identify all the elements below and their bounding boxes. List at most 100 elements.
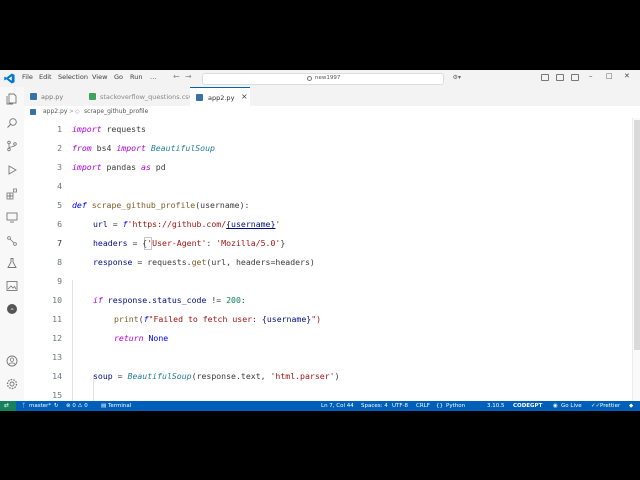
sync-icon[interactable]: ↻ xyxy=(54,403,59,409)
code-line-7: headers = {'User-Agent': 'Mozilla/5.0'} xyxy=(93,238,286,248)
editor-tabs: app.py stackoverflow_questions.csv app2.… xyxy=(24,87,640,107)
breadcrumb-file[interactable]: app2.py xyxy=(43,108,67,115)
line-number: 8 xyxy=(57,257,62,267)
status-cursor-position[interactable]: Ln 7, Col 44 xyxy=(321,403,354,409)
remote-explorer-icon[interactable] xyxy=(6,211,18,223)
line-number: 3 xyxy=(57,162,62,172)
search-icon[interactable] xyxy=(6,117,18,129)
python-file-icon xyxy=(196,94,203,101)
search-icon xyxy=(307,76,312,81)
notifications-bell-icon[interactable]: ◆ xyxy=(629,403,633,409)
toggle-secondary-sidebar-icon[interactable] xyxy=(571,74,579,81)
line-number: 11 xyxy=(52,314,62,324)
command-center-search[interactable]: new1997 ⚙▾ xyxy=(202,73,461,85)
svg-text:∞: ∞ xyxy=(10,307,13,312)
title-bar: File Edit Selection View Go Run … ← → ne… xyxy=(0,70,640,88)
status-python-version[interactable]: 3.10.5 xyxy=(487,403,505,409)
tab-app-py[interactable]: app.py xyxy=(24,87,82,106)
line-number: 4 xyxy=(57,181,62,191)
live-share-icon[interactable]: ∞ xyxy=(6,303,18,315)
line-number: 1 xyxy=(57,124,62,134)
line-number: 6 xyxy=(57,219,62,229)
indent-guide xyxy=(72,280,73,401)
terminal-icon: ▤ xyxy=(101,403,107,409)
breadcrumb-symbol[interactable]: scrape_github_profile xyxy=(84,108,148,115)
status-language[interactable]: Python xyxy=(446,403,465,409)
tab-stackoverflow-questions-csv[interactable]: stackoverflow_questions.csv xyxy=(83,87,193,106)
remote-icon: ⇄ xyxy=(4,402,10,409)
image-preview-icon[interactable] xyxy=(6,280,18,292)
minimize-icon[interactable]: – xyxy=(589,72,593,80)
line-number-current: 7 xyxy=(57,238,62,248)
editor-scrollbar[interactable] xyxy=(632,118,640,401)
copilot-icon[interactable]: ⚙▾ xyxy=(453,74,461,81)
code-line-11: print(f"Failed to fetch user: {username}… xyxy=(114,314,322,324)
run-debug-icon[interactable] xyxy=(6,164,18,176)
code-line-3: import pandas as pd xyxy=(72,162,166,172)
settings-gear-icon[interactable] xyxy=(6,378,18,390)
menu-run[interactable]: Run xyxy=(130,73,142,81)
close-window-icon[interactable]: ✕ xyxy=(624,72,630,80)
broadcast-icon: ◉ xyxy=(553,403,558,409)
code-line-5: def scrape_github_profile(username): xyxy=(72,200,250,210)
scrollbar-thumb[interactable] xyxy=(634,120,640,350)
forward-arrow-icon[interactable]: → xyxy=(185,72,192,81)
breadcrumb-separator: > xyxy=(69,108,75,115)
git-graph-icon[interactable] xyxy=(6,235,18,247)
line-number: 9 xyxy=(57,276,62,286)
explorer-icon[interactable] xyxy=(6,93,18,105)
double-check-icon: ✓✓ xyxy=(591,403,601,409)
menu-view[interactable]: View xyxy=(92,73,107,81)
code-line-10: if response.status_code != 200: xyxy=(93,295,246,305)
back-arrow-icon[interactable]: ← xyxy=(173,72,180,81)
status-eol[interactable]: CRLF xyxy=(416,403,430,409)
code-line-2: from bs4 import BeautifulSoup xyxy=(72,143,215,153)
code-line-8: response = requests.get(url, headers=hea… xyxy=(93,257,315,267)
code-editor[interactable]: 1 2 3 4 5 6 7 8 9 10 11 12 13 14 15 impo… xyxy=(24,118,632,401)
code-line-6: url = f'https://github.com/{username}' xyxy=(93,219,281,229)
menu-selection[interactable]: Selection xyxy=(58,73,88,81)
search-text: new1997 xyxy=(315,75,341,81)
status-indentation[interactable]: Spaces: 4 xyxy=(361,403,388,409)
line-number: 2 xyxy=(57,143,62,153)
status-encoding[interactable]: UTF-8 xyxy=(392,403,408,409)
status-branch[interactable]: master* xyxy=(29,403,51,409)
status-bar: ⇄ ᛉ master* ↻ ⊗ 0 ⚠ 0 ▤ Terminal Ln 7, C… xyxy=(0,401,640,411)
status-prettier[interactable]: Prettier xyxy=(600,403,620,409)
status-codegpt[interactable]: CODEGPT xyxy=(513,403,542,409)
code-line-1: import requests xyxy=(72,124,146,134)
status-problems[interactable]: ⊗ 0 ⚠ 0 xyxy=(66,403,88,409)
line-number: 5 xyxy=(57,200,62,210)
vscode-window: File Edit Selection View Go Run … ← → ne… xyxy=(0,70,640,411)
maximize-icon[interactable]: □ xyxy=(606,72,613,80)
line-number: 15 xyxy=(52,390,62,400)
csv-file-icon xyxy=(89,93,96,100)
braces-icon: {} xyxy=(436,403,443,409)
code-line-12: return None xyxy=(114,333,169,343)
toggle-panel-icon[interactable] xyxy=(556,74,564,81)
branch-icon: ᛉ xyxy=(22,403,26,409)
menu-file[interactable]: File xyxy=(22,73,33,81)
line-number: 10 xyxy=(52,295,62,305)
extensions-icon[interactable] xyxy=(6,188,18,200)
line-number: 14 xyxy=(52,371,62,381)
function-symbol-icon: ◇ xyxy=(75,108,80,115)
menu-edit[interactable]: Edit xyxy=(39,73,52,81)
status-go-live[interactable]: Go Live xyxy=(561,403,582,409)
tab-app2-py[interactable]: app2.py × xyxy=(190,87,250,107)
code-line-14: soup = BeautifulSoup(response.text, 'htm… xyxy=(93,371,340,381)
breadcrumb: app2.py > ◇ scrape_github_profile xyxy=(24,106,640,118)
close-tab-icon[interactable]: × xyxy=(241,92,248,101)
toggle-sidebar-icon[interactable] xyxy=(541,74,549,81)
accounts-icon[interactable] xyxy=(6,355,18,367)
python-file-icon xyxy=(30,93,37,100)
line-number: 13 xyxy=(52,352,62,362)
menu-go[interactable]: Go xyxy=(114,73,123,81)
vscode-logo-icon xyxy=(4,73,15,84)
status-terminal[interactable]: Terminal xyxy=(108,403,131,409)
remote-indicator[interactable]: ⇄ xyxy=(0,401,16,411)
line-number: 12 xyxy=(52,333,62,343)
testing-icon[interactable] xyxy=(6,257,18,269)
source-control-icon[interactable] xyxy=(6,140,18,152)
menu-more[interactable]: … xyxy=(150,73,157,81)
